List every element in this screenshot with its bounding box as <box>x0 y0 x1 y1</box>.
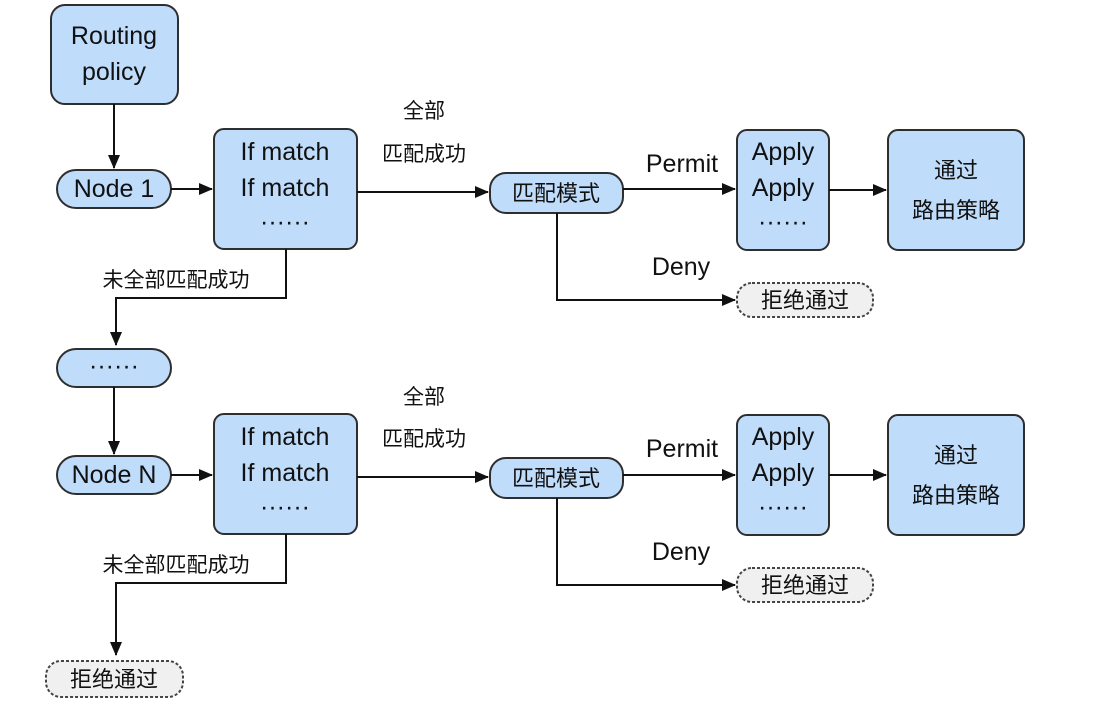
all-match-1-line1: 全部 <box>403 99 445 123</box>
reject-n-label: 拒绝通过 <box>761 574 849 599</box>
all-match-1-line2: 匹配成功 <box>382 142 466 166</box>
all-match-n-line1: 全部 <box>403 385 445 409</box>
routing-policy-flowchart: Routing policy Node 1 If match If match … <box>45 4 1025 698</box>
routing-policy-box: Routing policy <box>50 4 179 105</box>
reject-1-label: 拒绝通过 <box>761 289 849 314</box>
apply-1-line3: ······ <box>758 208 808 236</box>
match-n-line2: If match <box>241 459 330 487</box>
not-all-match-n-label: 未全部匹配成功 <box>103 553 250 577</box>
match-1-line1: If match <box>241 138 330 166</box>
final-reject-label: 拒绝通过 <box>70 668 158 693</box>
permit-1-label: Permit <box>646 150 718 178</box>
pass-box-1 <box>887 129 1025 251</box>
apply-n-line1: Apply <box>752 423 815 451</box>
match-1-line2: If match <box>241 174 330 202</box>
pass-1-line1: 通过 <box>934 159 978 184</box>
pass-n-line2: 路由策略 <box>912 484 1000 509</box>
pass-1-line2: 路由策略 <box>912 199 1000 224</box>
routing-policy-label-line1: Routing <box>71 22 157 50</box>
pass-n-line1: 通过 <box>934 444 978 469</box>
match-n-line3: ······ <box>260 493 310 521</box>
not-all-match-1-label: 未全部匹配成功 <box>103 268 250 292</box>
mode-1-label: 匹配模式 <box>512 182 600 207</box>
all-match-n-line2: 匹配成功 <box>382 427 466 451</box>
match-n-line1: If match <box>241 423 330 451</box>
permit-n-label: Permit <box>646 435 718 463</box>
section-node-n: Node N If match If match ······ 全部 匹配成功 … <box>56 385 1025 656</box>
node-1-label: Node 1 <box>74 175 155 203</box>
ellipsis-node-label: ······ <box>89 352 139 380</box>
match-1-line3: ······ <box>260 208 310 236</box>
apply-n-line3: ······ <box>758 493 808 521</box>
deny-n-label: Deny <box>652 538 711 566</box>
pass-box-n <box>887 414 1025 536</box>
apply-1-line1: Apply <box>752 138 815 166</box>
deny-1-label: Deny <box>652 253 711 281</box>
apply-n-line2: Apply <box>752 459 815 487</box>
apply-1-line2: Apply <box>752 174 815 202</box>
node-n-label: Node N <box>72 461 157 489</box>
section-node-1: Node 1 If match If match ······ 全部 匹配成功 … <box>56 99 1025 346</box>
routing-policy-label-line2: policy <box>82 58 146 86</box>
connector-node1-to-next <box>110 249 287 346</box>
mode-n-label: 匹配模式 <box>512 467 600 492</box>
